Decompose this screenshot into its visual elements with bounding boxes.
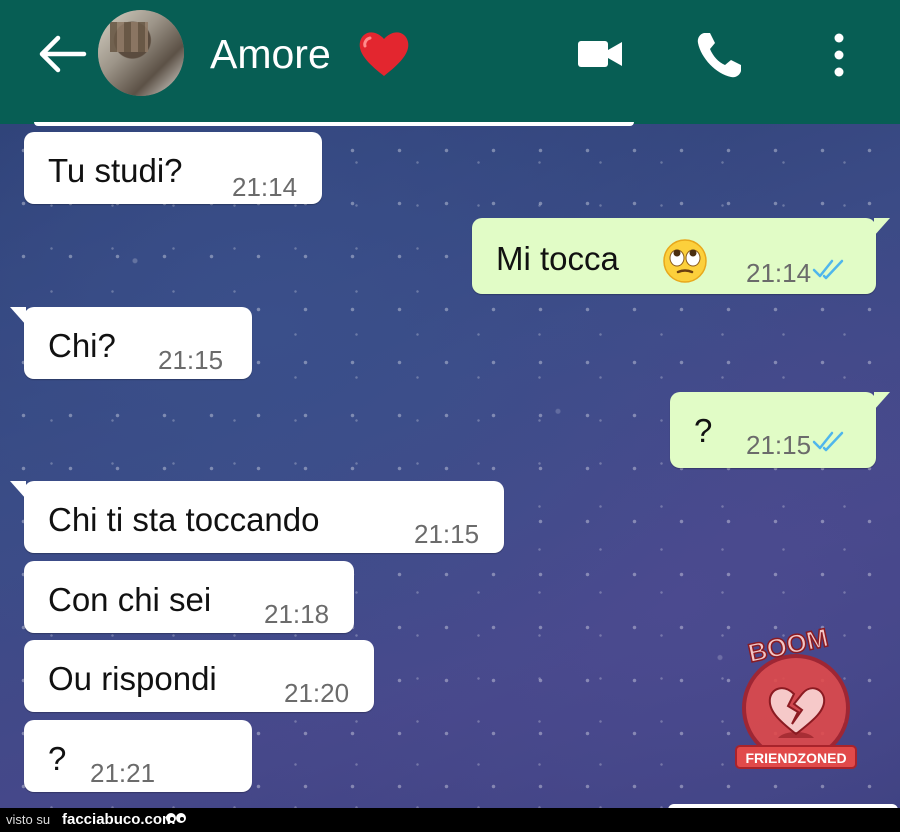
back-arrow-icon[interactable] xyxy=(36,32,88,76)
message-time: 21:20 xyxy=(284,678,350,708)
watermark-footer: visto su facciabuco.com xyxy=(0,808,900,832)
message-time: 21:15 xyxy=(414,519,480,549)
incoming-message[interactable]: Ou rispondi 21:20 xyxy=(24,640,374,712)
outgoing-message[interactable]: ? 21:15 xyxy=(670,392,890,468)
message-text: ? xyxy=(694,412,713,449)
video-call-icon[interactable] xyxy=(576,38,624,70)
rolling-eyes-emoji-icon xyxy=(663,239,707,283)
contact-avatar[interactable] xyxy=(98,10,184,96)
message-text: Chi ti sta toccando xyxy=(48,501,320,538)
chat-header: Amore xyxy=(0,0,900,124)
incoming-message[interactable]: Con chi sei 21:18 xyxy=(24,561,354,633)
phone-icon[interactable] xyxy=(694,30,746,80)
more-vert-icon[interactable] xyxy=(830,32,848,78)
incoming-message[interactable]: ? 21:21 xyxy=(24,720,252,792)
message-text: Ou rispondi xyxy=(48,660,217,697)
message-text: ? xyxy=(48,740,67,777)
incoming-message[interactable]: Tu studi? 21:14 xyxy=(24,132,322,204)
incoming-message[interactable]: Chi? 21:15 xyxy=(10,307,252,379)
message-text: Con chi sei xyxy=(48,581,212,618)
message-time: 21:14 xyxy=(232,172,298,202)
message-text: Tu studi? xyxy=(48,152,183,189)
message-time: 21:18 xyxy=(264,599,330,629)
message-time: 21:14 xyxy=(746,258,812,288)
message-time: 21:21 xyxy=(90,758,156,788)
contact-name[interactable]: Amore xyxy=(210,30,331,78)
message-text: Mi tocca xyxy=(496,240,619,277)
heart-emoji-icon xyxy=(359,32,409,76)
read-ticks-icon xyxy=(812,259,844,280)
previous-message-edge xyxy=(34,122,634,126)
stamp-bottom-text: FRIENDZONED xyxy=(745,750,846,766)
eyes-logo-icon xyxy=(166,813,186,823)
message-text: Chi? xyxy=(48,327,116,364)
friendzoned-stamp-logo: BOOM FRIENDZONED xyxy=(735,626,857,769)
outgoing-message[interactable]: Mi tocca 21:14 xyxy=(472,218,890,294)
incoming-message[interactable]: Chi ti sta toccando 21:15 xyxy=(10,481,504,553)
read-ticks-icon xyxy=(812,431,844,452)
message-time: 21:15 xyxy=(158,345,224,375)
footer-site[interactable]: facciabuco.com xyxy=(62,811,175,828)
footer-prefix: visto su xyxy=(6,812,51,827)
message-time: 21:15 xyxy=(746,430,812,460)
